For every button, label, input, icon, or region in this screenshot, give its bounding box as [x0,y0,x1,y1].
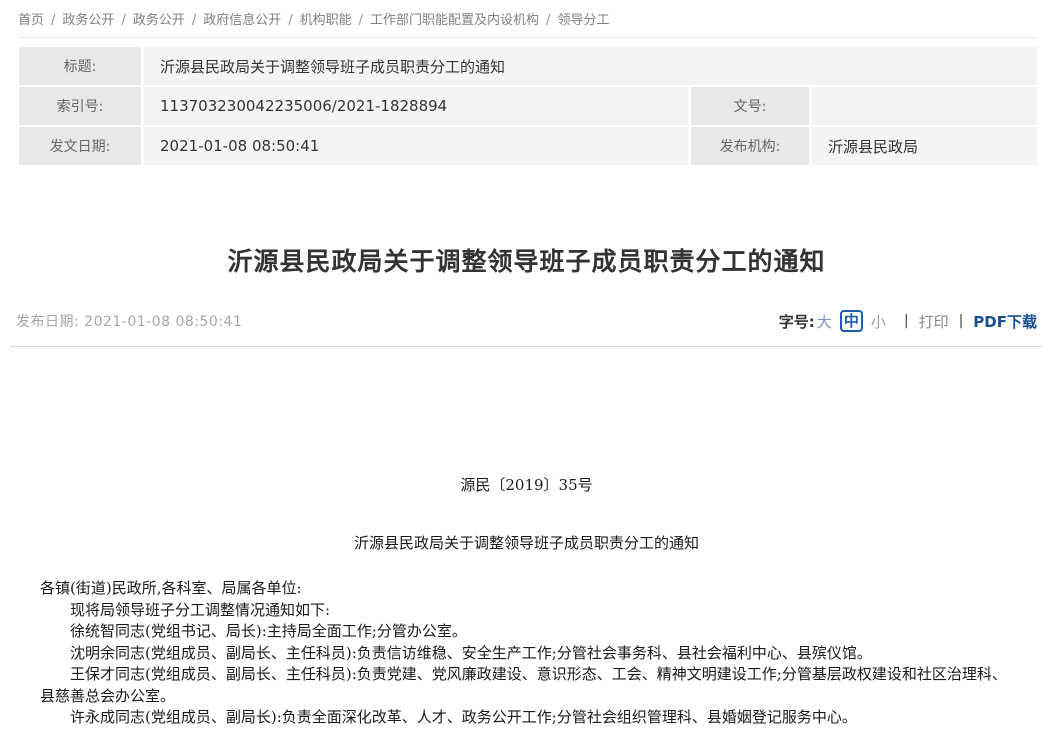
document-title: 沂源县民政局关于调整领导班子成员职责分工的通知 [40,533,1013,555]
font-size-medium-button[interactable]: 中 [840,310,863,332]
font-size-small-button[interactable]: 小 [871,311,886,332]
breadcrumb-separator: / [288,13,292,28]
font-size-large-button[interactable]: 大 [817,311,832,332]
title-label: 标题: [19,47,141,85]
page: 首页 / 政务公开 / 政务公开 / 政府信息公开 / 机构职能 / 工作部门职能配置及内设机构 / 领… [0,0,1053,723]
article-divider [10,346,1043,347]
breadcrumb-separator: / [51,13,55,28]
doc-number-label: 文号: [691,87,809,125]
table-row-index: 索引号: 113703230042235006/2021-1828894 文号: [19,87,1037,125]
paragraph-salutation: 各镇(街道)民政所,各科室、局属各单位: [40,578,1013,600]
article-meta-row: 发布日期: 2021-01-08 08:50:41 字号: 大 中 小 | 打印… [16,310,1037,332]
table-row-title: 标题: 沂源县民政局关于调整领导班子成员职责分工的通知 [19,47,1037,85]
document-paragraphs: 各镇(街道)民政所,各科室、局属各单位: 现将局领导班子分工调整情况通知如下: … [40,578,1013,729]
document-number: 源民〔2019〕35号 [40,475,1013,497]
table-row-date: 发文日期: 2021-01-08 08:50:41 发布机构: 沂源县民政局 [19,127,1037,165]
doc-number-value [812,87,1037,125]
breadcrumb-divider [18,37,1035,38]
breadcrumb-item-gov-info[interactable]: 政府信息公开 [203,13,281,28]
breadcrumb: 首页 / 政务公开 / 政务公开 / 政府信息公开 / 机构职能 / 工作部门职能配置及内设机构 / 领… [0,0,1053,28]
document-info-table: 标题: 沂源县民政局关于调整领导班子成员职责分工的通知 索引号: 1137032… [16,45,1040,167]
paragraph-leader-4: 许永成同志(党组成员、副局长):负责全面深化改革、人才、政务公开工作;分管社会组… [40,707,1013,729]
breadcrumb-item-jigou-zhineng[interactable]: 机构职能 [300,13,352,28]
title-value: 沂源县民政局关于调整领导班子成员职责分工的通知 [144,47,1037,85]
publisher-label: 发布机构: [691,127,809,165]
breadcrumb-separator: / [121,13,125,28]
publisher-value: 沂源县民政局 [812,127,1037,165]
breadcrumb-item-zhengwu-gongkai-1[interactable]: 政务公开 [62,13,114,28]
breadcrumb-item-current: 领导分工 [557,13,609,28]
paragraph-leader-2: 沈明余同志(党组成员、副局长、主任科员):负责信访维稳、安全生产工作;分管社会事… [40,643,1013,665]
print-button[interactable]: 打印 [919,311,949,332]
paragraph-leader-1: 徐统智同志(党组书记、局长):主持局全面工作;分管办公室。 [40,621,1013,643]
index-number-label: 索引号: [19,87,141,125]
index-number-value: 113703230042235006/2021-1828894 [144,87,688,125]
publish-date-value: 2021-01-08 08:50:41 [84,314,242,330]
pdf-download-button[interactable]: PDF下载 [973,311,1037,332]
publish-date-label: 发布日期: [16,314,79,330]
font-size-label: 字号: [779,311,815,332]
breadcrumb-separator: / [359,13,363,28]
article-toolbar: 字号: 大 中 小 | 打印 | PDF下载 [779,310,1037,332]
breadcrumb-separator: / [546,13,550,28]
document-body: 源民〔2019〕35号 沂源县民政局关于调整领导班子成员职责分工的通知 各镇(街… [0,475,1053,729]
issue-date-label: 发文日期: [19,127,141,165]
breadcrumb-item-dept-config[interactable]: 工作部门职能配置及内设机构 [370,13,539,28]
issue-date-value: 2021-01-08 08:50:41 [144,127,688,165]
page-title: 沂源县民政局关于调整领导班子成员职责分工的通知 [20,242,1033,278]
paragraph-leader-3: 王保才同志(党组成员、副局长、主任科员):负责党建、党风廉政建设、意识形态、工会… [40,664,1013,707]
publish-date: 发布日期: 2021-01-08 08:50:41 [16,311,242,331]
breadcrumb-item-zhengwu-gongkai-2[interactable]: 政务公开 [133,13,185,28]
breadcrumb-separator: / [192,13,196,28]
toolbar-divider: | [959,313,964,329]
paragraph-intro: 现将局领导班子分工调整情况通知如下: [40,600,1013,622]
breadcrumb-item-home[interactable]: 首页 [18,13,44,28]
toolbar-divider: | [904,313,909,329]
